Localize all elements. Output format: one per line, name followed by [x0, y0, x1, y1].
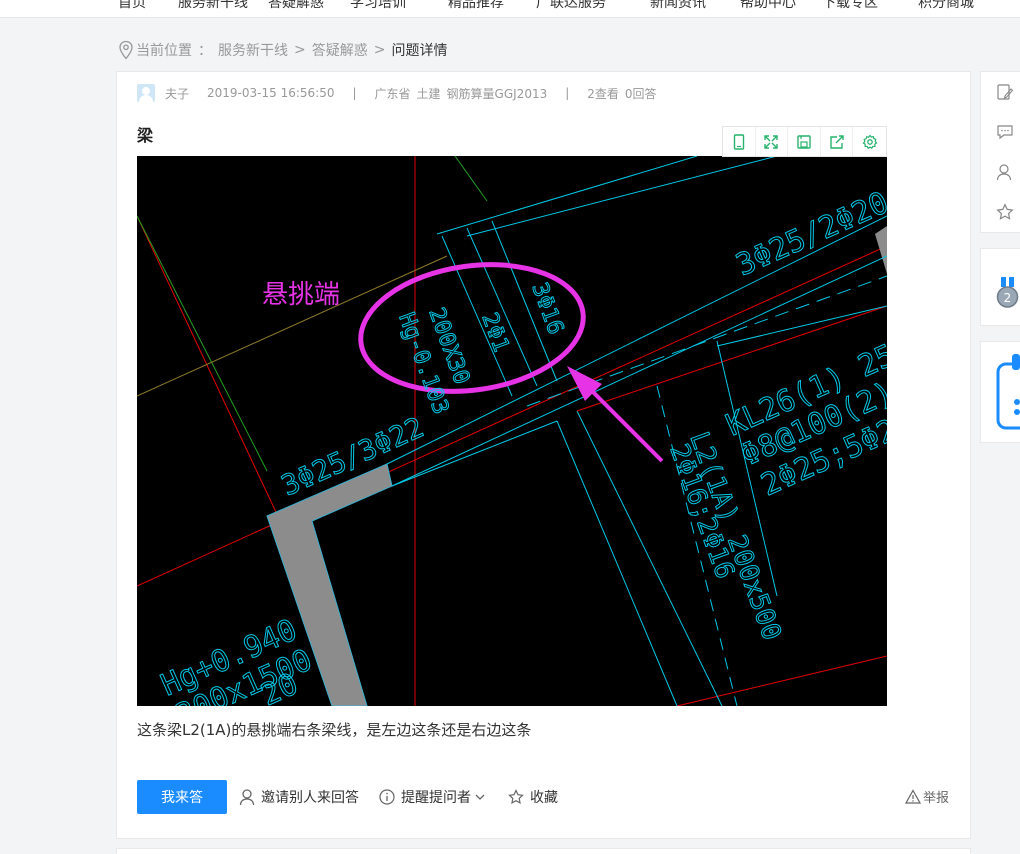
- remind-button[interactable]: 提醒提问者: [379, 787, 492, 807]
- answer-count: 0回答: [624, 86, 657, 101]
- answer-button[interactable]: 我来答: [137, 780, 227, 814]
- grid-line: [137, 215, 268, 472]
- breadcrumb-colon: ：: [198, 43, 212, 59]
- nav-item[interactable]: 广联达服务: [536, 0, 606, 12]
- avatar[interactable]: [137, 84, 155, 102]
- beam-line: [466, 156, 778, 237]
- nav-item[interactable]: 学习培训: [350, 0, 406, 12]
- edit-question-icon: [997, 84, 1014, 100]
- save-icon: [797, 134, 811, 149]
- top-navigation: 首页 服务新干线 答疑解惑 学习培训 精品推荐 广联达服务 新闻资讯 帮助中心 …: [0, 0, 1020, 18]
- settings-icon: [862, 134, 878, 149]
- nav-item[interactable]: 服务新干线: [178, 0, 248, 12]
- medal-widget[interactable]: 2: [980, 248, 1020, 326]
- report-label: 举报: [923, 791, 950, 806]
- save-button[interactable]: [788, 127, 821, 156]
- floating-sidebar: [980, 71, 1020, 233]
- nav-item[interactable]: 下载专区: [822, 0, 878, 12]
- question-title: 梁: [137, 126, 154, 145]
- calendar-widget[interactable]: [980, 341, 1020, 443]
- calendar-icon: [996, 354, 1020, 430]
- view-count: 2查看: [587, 86, 619, 101]
- cad-label: 2Φ1: [476, 310, 513, 356]
- nav-item[interactable]: 新闻资讯: [650, 0, 706, 12]
- question-meta: 夫子 2019-03-15 16:56:50 | 广东省 土建 钢筋算量GGJ2…: [137, 83, 657, 103]
- annotation-text: 悬挑端: [262, 280, 340, 310]
- comment-icon: [997, 125, 1013, 140]
- breadcrumb-link-service[interactable]: 服务新干线: [218, 40, 288, 60]
- favorite-button[interactable]: 收藏: [508, 787, 558, 807]
- meta-divider: |: [352, 86, 357, 100]
- question-description: 这条梁L2(1A)的悬挑端右条梁线，是左边这条还是右边这条: [137, 721, 532, 739]
- share-icon: [829, 134, 844, 149]
- invite-user-button[interactable]: [981, 152, 1020, 192]
- warning-icon: [905, 789, 921, 804]
- svg-text:2: 2: [1004, 291, 1012, 305]
- add-user-icon: [996, 164, 1012, 181]
- wall-section: [875, 226, 887, 274]
- comment-button[interactable]: [981, 112, 1020, 152]
- cad-drawing: 悬挑端 3Φ25/2Φ20 3Φ25/3Φ22 200X30 Hg-0.103 …: [137, 156, 887, 706]
- favorite-label: 收藏: [530, 790, 558, 806]
- category: 土建: [416, 86, 441, 101]
- post-datetime: 2019-03-15 16:56:50: [207, 86, 335, 100]
- share-button[interactable]: [821, 127, 854, 156]
- report-button[interactable]: 举报: [905, 787, 949, 806]
- phone-view-button[interactable]: [723, 127, 756, 156]
- info-icon: [379, 789, 395, 805]
- invite-label: 邀请别人来回答: [261, 790, 359, 806]
- ask-question-button[interactable]: [981, 72, 1020, 112]
- question-image[interactable]: 悬挑端 3Φ25/2Φ20 3Φ25/3Φ22 200X30 Hg-0.103 …: [137, 156, 887, 706]
- region: 广东省: [374, 86, 411, 101]
- user-icon: [239, 789, 255, 806]
- next-card: [116, 848, 971, 854]
- nav-item[interactable]: 首页: [118, 0, 146, 12]
- beam-line: [436, 156, 698, 235]
- fullscreen-button[interactable]: [756, 127, 789, 156]
- breadcrumb-separator: >: [294, 42, 306, 58]
- phone-view-icon: [733, 133, 744, 150]
- breadcrumb-prefix: 当前位置: [136, 43, 192, 59]
- image-toolbar: [722, 126, 887, 157]
- remind-label: 提醒提问者: [401, 790, 471, 806]
- cad-label: 3Φ16: [526, 280, 568, 338]
- question-actions: 我来答 邀请别人来回答 提醒提问者 收藏: [137, 780, 558, 814]
- meta-divider: |: [565, 86, 570, 100]
- beam-line: [556, 420, 678, 706]
- favorite-side-button[interactable]: [981, 192, 1020, 232]
- question-card: 夫子 2019-03-15 16:56:50 | 广东省 土建 钢筋算量GGJ2…: [116, 71, 971, 839]
- software: 钢筋算量GGJ2013: [446, 86, 548, 101]
- fullscreen-icon: [764, 134, 779, 149]
- breadcrumb-link-qa[interactable]: 答疑解惑: [312, 40, 368, 60]
- chevron-down-icon: [475, 794, 485, 800]
- cad-label: 3Φ25/2Φ20: [731, 185, 887, 283]
- invite-button[interactable]: 邀请别人来回答: [239, 787, 359, 807]
- star-icon: [508, 789, 524, 805]
- settings-button[interactable]: [853, 127, 886, 156]
- author-name[interactable]: 夫子: [165, 85, 189, 102]
- medal-icon: 2: [996, 277, 1019, 308]
- location-pin-icon: [119, 40, 133, 60]
- breadcrumb-current: 问题详情: [391, 43, 448, 59]
- breadcrumb: 当前位置 ： 服务新干线 > 答疑解惑 > 问题详情: [118, 38, 447, 62]
- nav-item[interactable]: 积分商城: [918, 0, 974, 12]
- grid-line: [454, 156, 488, 202]
- star-icon: [996, 203, 1014, 220]
- axis-line: [676, 655, 887, 706]
- breadcrumb-separator: >: [373, 42, 386, 58]
- nav-item[interactable]: 帮助中心: [740, 0, 796, 12]
- nav-item[interactable]: 精品推荐: [448, 0, 504, 12]
- nav-item[interactable]: 答疑解惑: [268, 0, 324, 12]
